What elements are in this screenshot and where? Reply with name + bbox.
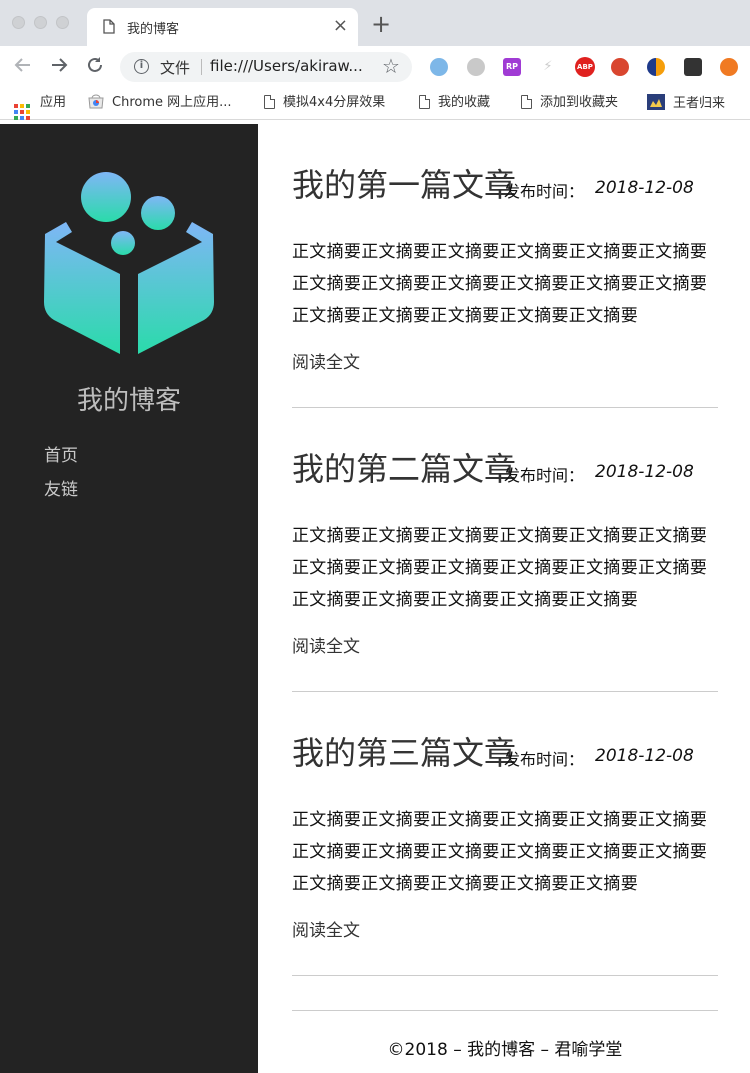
bookmark-add-to-favorites[interactable]: 添加到收藏夹 <box>521 94 618 112</box>
window-maximize-dot[interactable] <box>56 16 69 29</box>
browser-tab-bar: 我的博客 × + <box>0 0 750 46</box>
post-summary: 正文摘要正文摘要正文摘要正文摘要正文摘要正文摘要正文摘要正文摘要正文摘要正文摘要… <box>292 242 708 326</box>
post-title[interactable]: 我的第二篇文章 <box>292 444 516 490</box>
tab-title: 我的博客 <box>127 22 180 37</box>
divider <box>201 59 202 75</box>
sidebar-nav: 首页 友链 <box>44 439 78 507</box>
post-date-label: 发布时间： <box>504 750 585 769</box>
bookmark-apps[interactable]: 应用 <box>14 94 66 120</box>
page-footer: ©2018 – 我的博客 – 君喻学堂 <box>292 1010 718 1060</box>
bolt-ext-icon[interactable]: ⚡ <box>539 58 557 76</box>
document-icon <box>103 19 115 38</box>
post-date-label: 发布时间： <box>504 182 585 201</box>
read-more-link[interactable]: 阅读全文 <box>292 632 360 657</box>
half-circle-ext-icon[interactable] <box>647 58 665 76</box>
bookmark-label: 王者归来 <box>673 96 726 111</box>
circle-ext-icon[interactable] <box>430 58 448 76</box>
info-icon[interactable]: i <box>134 59 149 74</box>
bookmark-label: Chrome 网上应用... <box>112 95 232 110</box>
post-date: 2018-12-08 <box>595 178 694 198</box>
blog-logo-icon <box>40 168 218 362</box>
post-card: 我的第三篇文章 发布时间： 2018-12-08 正文摘要正文摘要正文摘要正文摘… <box>292 692 718 976</box>
url-text[interactable]: file:///Users/akiraw... <box>210 57 363 75</box>
post-title[interactable]: 我的第一篇文章 <box>292 160 516 206</box>
bookmarks-bar: 应用 Chrome 网上应用... 模拟4x4分屏效果 我的收藏 添加到收藏夹 … <box>0 88 750 120</box>
bookmark-star-icon[interactable]: ☆ <box>382 54 400 78</box>
browser-toolbar: i 文件 file:///Users/akiraw... ☆ RP ⚡ ABP <box>0 46 750 88</box>
window-close-dot[interactable] <box>12 16 25 29</box>
document-icon <box>264 95 275 109</box>
apps-grid-icon <box>14 104 30 120</box>
bookmark-label: 我的收藏 <box>438 95 491 110</box>
lifebuoy-ext-icon[interactable] <box>720 58 738 76</box>
tab-close-icon[interactable]: × <box>333 15 348 37</box>
shield-ext-icon[interactable] <box>684 58 702 76</box>
sidebar-item-links[interactable]: 友链 <box>44 473 78 507</box>
post-title[interactable]: 我的第三篇文章 <box>292 728 516 774</box>
rp-ext-icon[interactable]: RP <box>503 58 521 76</box>
new-tab-button[interactable]: + <box>371 12 391 36</box>
post-date: 2018-12-08 <box>595 746 694 766</box>
moon-ext-icon[interactable] <box>467 58 485 76</box>
post-summary: 正文摘要正文摘要正文摘要正文摘要正文摘要正文摘要正文摘要正文摘要正文摘要正文摘要… <box>292 526 708 610</box>
read-more-link[interactable]: 阅读全文 <box>292 916 360 941</box>
post-card: 我的第一篇文章 发布时间： 2018-12-08 正文摘要正文摘要正文摘要正文摘… <box>292 124 718 408</box>
bookmark-my-favorites[interactable]: 我的收藏 <box>419 94 490 112</box>
back-arrow-icon[interactable] <box>11 55 35 79</box>
document-icon <box>419 95 430 109</box>
read-more-link[interactable]: 阅读全文 <box>292 348 360 373</box>
sidebar: 我的博客 首页 友链 <box>0 124 258 1073</box>
santa-ext-icon[interactable] <box>611 58 629 76</box>
abp-ext-icon[interactable]: ABP <box>575 57 595 77</box>
bookmark-split-screen[interactable]: 模拟4x4分屏效果 <box>264 94 385 112</box>
browser-tab[interactable]: 我的博客 × <box>87 8 358 46</box>
post-date: 2018-12-08 <box>595 462 694 482</box>
post-card: 我的第二篇文章 发布时间： 2018-12-08 正文摘要正文摘要正文摘要正文摘… <box>292 408 718 692</box>
bookmark-chrome-store[interactable]: Chrome 网上应用... <box>88 94 232 115</box>
post-date-label: 发布时间： <box>504 466 585 485</box>
blog-page: 我的博客 首页 友链 我的第一篇文章 发布时间： 2018-12-08 正文摘要… <box>0 124 750 1073</box>
site-title: 我的博客 <box>76 386 181 416</box>
document-icon <box>521 95 532 109</box>
sidebar-item-home[interactable]: 首页 <box>44 439 78 473</box>
bookmark-label: 应用 <box>40 95 67 110</box>
bookmark-label: 添加到收藏夹 <box>540 95 619 110</box>
post-summary: 正文摘要正文摘要正文摘要正文摘要正文摘要正文摘要正文摘要正文摘要正文摘要正文摘要… <box>292 810 708 894</box>
forward-arrow-icon[interactable] <box>47 55 71 79</box>
bookmark-king-returns[interactable]: 王者归来 <box>647 94 725 116</box>
address-bar[interactable]: i 文件 file:///Users/akiraw... ☆ <box>120 52 412 82</box>
post-list: 我的第一篇文章 发布时间： 2018-12-08 正文摘要正文摘要正文摘要正文摘… <box>292 124 718 1060</box>
game-icon <box>647 94 665 116</box>
reload-icon[interactable] <box>83 55 107 79</box>
window-minimize-dot[interactable] <box>34 16 47 29</box>
bookmark-label: 模拟4x4分屏效果 <box>283 95 386 110</box>
chrome-store-icon <box>88 94 104 115</box>
url-scheme-label: 文件 <box>160 59 191 77</box>
